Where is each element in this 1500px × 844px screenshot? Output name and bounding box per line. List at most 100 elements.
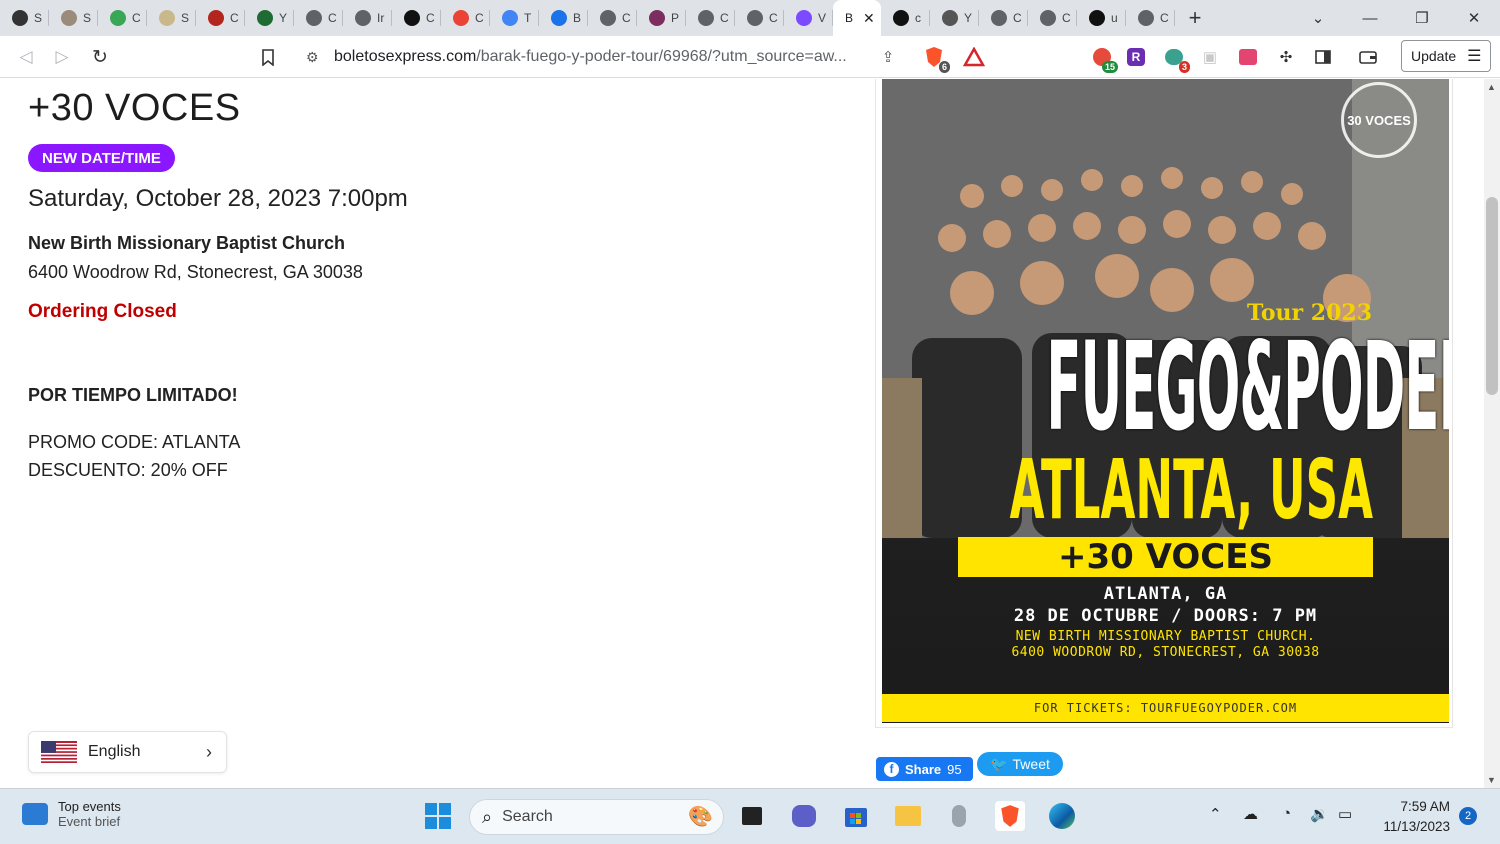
facebook-share-button[interactable]: f Share 95 [876,757,973,781]
tab-title: P [671,11,680,25]
extensions-puzzle-icon[interactable]: ✣ [1274,45,1298,69]
tab-title: S [181,11,190,25]
taskbar-search[interactable]: ⌕ Search 🎨 [469,799,724,835]
battery-icon[interactable]: ▭ [1338,805,1352,823]
globe-icon [355,10,371,26]
browser-tab[interactable]: C [441,0,490,36]
scroll-down-icon[interactable]: ▼ [1487,775,1496,785]
browser-tab[interactable]: Y [245,0,294,36]
browser-tab[interactable]: C [735,0,784,36]
browser-tab[interactable]: S [0,0,49,36]
tab-title: C [132,11,141,25]
update-button[interactable]: Update ☰ [1401,40,1491,72]
onedrive-icon[interactable]: ☁ [1243,805,1258,823]
ball-icon [159,10,175,26]
language-selector[interactable]: English › [28,731,227,773]
teams-chat-icon[interactable] [789,801,819,831]
task-view-icon[interactable] [737,801,767,831]
tab-title: C [769,11,778,25]
tab-search-icon[interactable]: ⌄ [1292,9,1344,27]
browser-tab[interactable]: C [392,0,441,36]
chevron-up-icon[interactable]: ⌃ [1209,805,1222,823]
browser-tab[interactable]: C [1028,0,1077,36]
scroll-thumb[interactable] [1486,197,1498,395]
mouse-app-icon[interactable] [944,801,974,831]
bookmark-icon[interactable] [256,45,280,69]
venue-address: 6400 Woodrow Rd, Stonecrest, GA 30038 [28,262,363,282]
browser-tab[interactable]: c [881,0,930,36]
ordering-status: Ordering Closed [28,301,177,322]
widgets-button[interactable]: Top events Event brief [22,799,121,829]
event-title: +30 VOCES [28,87,241,129]
browser-tab[interactable]: V [784,0,833,36]
reload-button[interactable]: ↻ [88,45,112,69]
mustache-icon [404,10,420,26]
close-tab-icon[interactable]: ✕ [863,10,875,27]
extension-calendar-icon[interactable] [1236,45,1260,69]
promo-code: PROMO CODE: ATLANTA [28,432,241,452]
brave-shields-icon[interactable]: 6 [922,45,950,73]
venue-name: New Birth Missionary Baptist Church [28,233,346,253]
browser-tab[interactable]: C [588,0,637,36]
browser-tab[interactable]: Y [930,0,979,36]
forward-button[interactable]: ▷ [50,45,74,69]
wifi-icon[interactable]: ◔ [1282,805,1291,822]
chat-icon [796,10,812,26]
sidebar-toggle-icon[interactable] [1311,45,1335,69]
browser-tab[interactable]: Ir [343,0,392,36]
browser-tab[interactable]: C [196,0,245,36]
scroll-up-icon[interactable]: ▲ [1487,82,1496,92]
restore-icon[interactable]: ❐ [1396,9,1448,27]
address-bar[interactable]: ⚙ boletosexpress.com/barak-fuego-y-poder… [296,40,908,74]
tab-title: C [1160,11,1169,25]
page-scrollbar[interactable]: ▲ ▼ [1484,79,1500,788]
browser-tab[interactable]: T [490,0,539,36]
url-text[interactable]: boletosexpress.com/barak-fuego-y-poder-t… [334,48,874,66]
browser-tab[interactable]: S [49,0,98,36]
system-clock[interactable]: 7:59 AM 11/13/2023 [1372,797,1450,837]
site-settings-icon[interactable]: ⚙ [306,49,328,66]
menu-icon: ☰ [1467,48,1482,65]
file-explorer-icon[interactable] [893,801,923,831]
close-window-icon[interactable]: ✕ [1448,9,1500,27]
translate-icon [502,10,518,26]
browser-tab[interactable]: S [147,0,196,36]
tab-title: C [1013,11,1022,25]
share-icon[interactable]: ⇪ [876,45,900,69]
tab-title: Y [279,11,288,25]
extension-green-icon[interactable]: 3 [1162,45,1190,73]
tweet-button[interactable]: 🐦 Tweet [977,752,1063,776]
back-button[interactable]: ◁ [14,45,38,69]
browser-tab[interactable]: C [294,0,343,36]
extension-purple-icon[interactable]: R [1124,45,1148,69]
brave-rewards-icon[interactable] [962,45,986,69]
notification-badge[interactable]: 2 [1459,807,1477,825]
browser-tab[interactable]: C [686,0,735,36]
volume-icon[interactable]: 🔉 [1310,805,1329,823]
extension-disabled-icon[interactable]: ▣ [1198,45,1222,69]
poster-headline: FUEGO&PODER [1046,316,1449,458]
microsoft-store-icon[interactable] [841,801,871,831]
tab-title: T [524,11,532,25]
extension-red-icon[interactable]: 15 [1090,45,1118,73]
s-logo-icon [1089,10,1105,26]
new-tab-button[interactable]: + [1175,0,1215,36]
tab-title: C [328,11,337,25]
update-label: Update [1411,48,1457,64]
minimize-icon[interactable]: — [1344,10,1396,27]
browser-tab[interactable]: u [1077,0,1126,36]
wallet-icon[interactable] [1356,45,1380,69]
start-button[interactable] [423,801,453,831]
browser-tab[interactable]: C [979,0,1028,36]
brave-shields-badge: 6 [938,61,950,73]
browser-tab[interactable]: B [539,0,588,36]
brave-browser-taskbar-icon[interactable] [995,801,1025,831]
twitter-bird-icon: 🐦 [990,755,1008,772]
browser-tab[interactable]: P [637,0,686,36]
tab-title: C [230,11,239,25]
globe-icon [991,10,1007,26]
active-browser-tab[interactable]: B ✕ [833,0,881,36]
edge-browser-icon[interactable] [1047,801,1077,831]
browser-tab[interactable]: C [1126,0,1175,36]
browser-tab[interactable]: C [98,0,147,36]
